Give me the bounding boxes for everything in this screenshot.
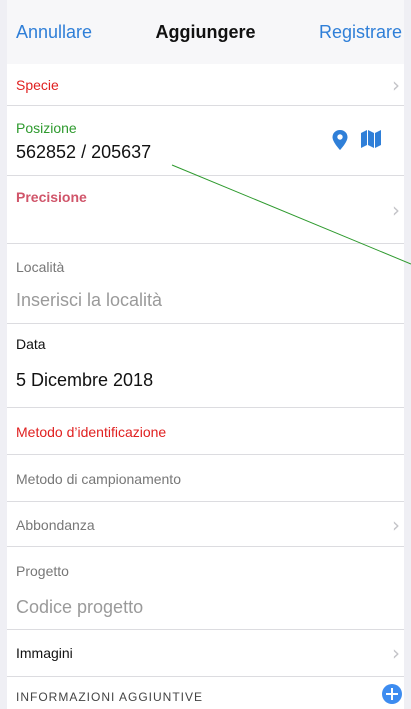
precision-row[interactable]: Precisione › [7,176,404,244]
locality-label: Località [16,259,65,275]
sampling-method-row[interactable]: Metodo di campionamento [7,455,404,502]
identification-method-row[interactable]: Metodo d’identificazione [7,408,404,455]
precision-label: Precisione [16,189,87,205]
sampling-method-label: Metodo di campionamento [16,471,181,487]
chevron-right-icon: › [392,513,400,537]
position-value: 562852 / 205637 [16,142,152,162]
date-label: Data [16,336,46,352]
abundance-row[interactable]: Abbondanza › [7,502,404,547]
additional-info-label: INFORMAZIONI AGGIUNTIVE [16,690,204,704]
species-row[interactable]: Specie › [7,64,404,106]
nav-bar: Annullare Aggiungere Registrare [7,0,404,64]
locality-row: Località Inserisci la località [7,244,404,324]
add-observation-screen: Annullare Aggiungere Registrare Specie ›… [7,0,404,709]
date-value[interactable]: 5 Dicembre 2018 [16,370,153,391]
images-row[interactable]: Immagini › [7,630,404,677]
project-label: Progetto [16,563,69,579]
map-icon[interactable] [361,130,381,148]
locality-input[interactable]: Inserisci la località [16,290,162,311]
additional-info-header: INFORMAZIONI AGGIUNTIVE [7,682,404,709]
save-button[interactable]: Registrare [319,22,402,43]
date-row[interactable]: Data 5 Dicembre 2018 [7,324,404,408]
species-label: Specie [16,77,59,93]
add-circle-icon[interactable] [382,684,402,704]
chevron-right-icon: › [392,73,400,97]
images-label: Immagini [16,645,73,661]
abundance-label: Abbondanza [16,517,95,533]
project-code-input[interactable]: Codice progetto [16,597,143,618]
location-pin-icon[interactable] [332,130,348,150]
identification-method-label: Metodo d’identificazione [16,424,167,440]
chevron-right-icon: › [392,641,400,665]
project-row: Progetto Codice progetto [7,547,404,630]
position-label: Posizione [16,120,77,136]
chevron-right-icon: › [392,198,400,222]
